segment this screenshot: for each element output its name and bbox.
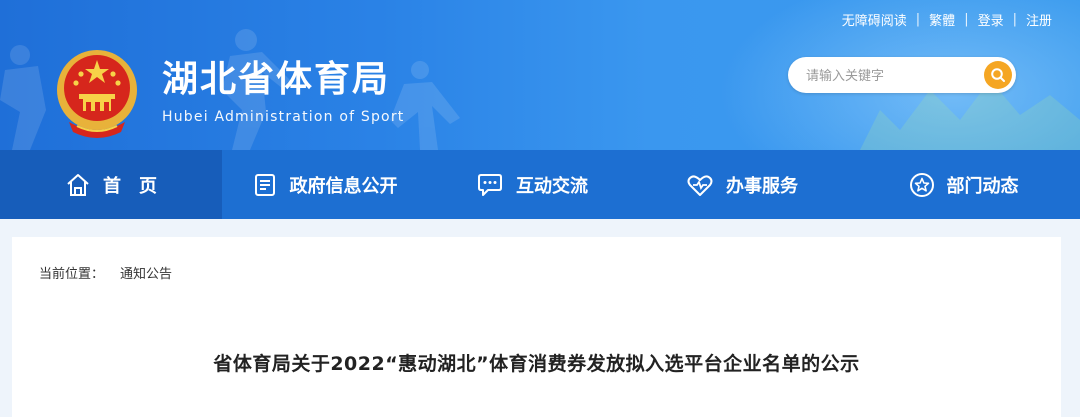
divider: | bbox=[964, 11, 969, 27]
breadcrumb-label: 当前位置： bbox=[39, 267, 105, 282]
breadcrumb: 当前位置： 通知公告 bbox=[39, 263, 172, 282]
chat-icon bbox=[478, 173, 502, 196]
traditional-chinese-link[interactable]: 繁體 bbox=[929, 10, 955, 29]
header-banner: 无障碍阅读 | 繁體 | 登录 | 注册 湖北省体育局 Hubei Admini… bbox=[0, 0, 1080, 150]
star-circle-icon bbox=[909, 172, 934, 197]
nav-label-gov-info: 政府信息公开 bbox=[289, 175, 398, 197]
breadcrumb-link-notices[interactable]: 通知公告 bbox=[120, 263, 172, 282]
nav-item-dept-news[interactable]: 部门动态 bbox=[847, 150, 1080, 219]
divider: | bbox=[1012, 11, 1017, 27]
heart-service-icon bbox=[687, 174, 713, 196]
nav-item-gov-info[interactable]: 政府信息公开 bbox=[222, 150, 427, 219]
divider: | bbox=[915, 11, 921, 27]
nav-item-services[interactable]: 办事服务 bbox=[637, 150, 847, 219]
nav-label-services: 办事服务 bbox=[726, 175, 798, 197]
login-link[interactable]: 登录 bbox=[978, 10, 1004, 29]
site-title-english: Hubei Administration of Sport bbox=[162, 109, 405, 125]
top-links-bar: 无障碍阅读 | 繁體 | 登录 | 注册 bbox=[842, 10, 1052, 29]
nav-label-interaction: 互动交流 bbox=[516, 175, 588, 197]
site-title[interactable]: 湖北省体育局 bbox=[162, 60, 390, 100]
search-box bbox=[788, 57, 1016, 93]
document-icon bbox=[254, 173, 275, 196]
nav-item-interaction[interactable]: 互动交流 bbox=[427, 150, 637, 219]
main-navigation: 首页 政府信息公开 互动交流 办事服务 部门动态 bbox=[0, 150, 1080, 219]
search-input[interactable] bbox=[804, 65, 978, 87]
accessibility-link[interactable]: 无障碍阅读 bbox=[842, 10, 907, 29]
article-title: 省体育局关于2022“惠动湖北”体育消费券发放拟入选平台企业名单的公示 bbox=[213, 353, 860, 375]
national-emblem-icon[interactable] bbox=[55, 48, 139, 140]
nav-label-home: 首页 bbox=[103, 175, 175, 197]
register-link[interactable]: 注册 bbox=[1026, 10, 1052, 29]
nav-label-dept-news: 部门动态 bbox=[946, 175, 1019, 197]
search-icon bbox=[991, 68, 1005, 82]
article-panel: 当前位置： 通知公告 省体育局关于2022“惠动湖北”体育消费券发放拟入选平台企… bbox=[12, 237, 1061, 417]
home-icon bbox=[67, 173, 89, 196]
nav-item-home[interactable]: 首页 bbox=[0, 150, 222, 219]
search-button[interactable] bbox=[984, 61, 1012, 89]
